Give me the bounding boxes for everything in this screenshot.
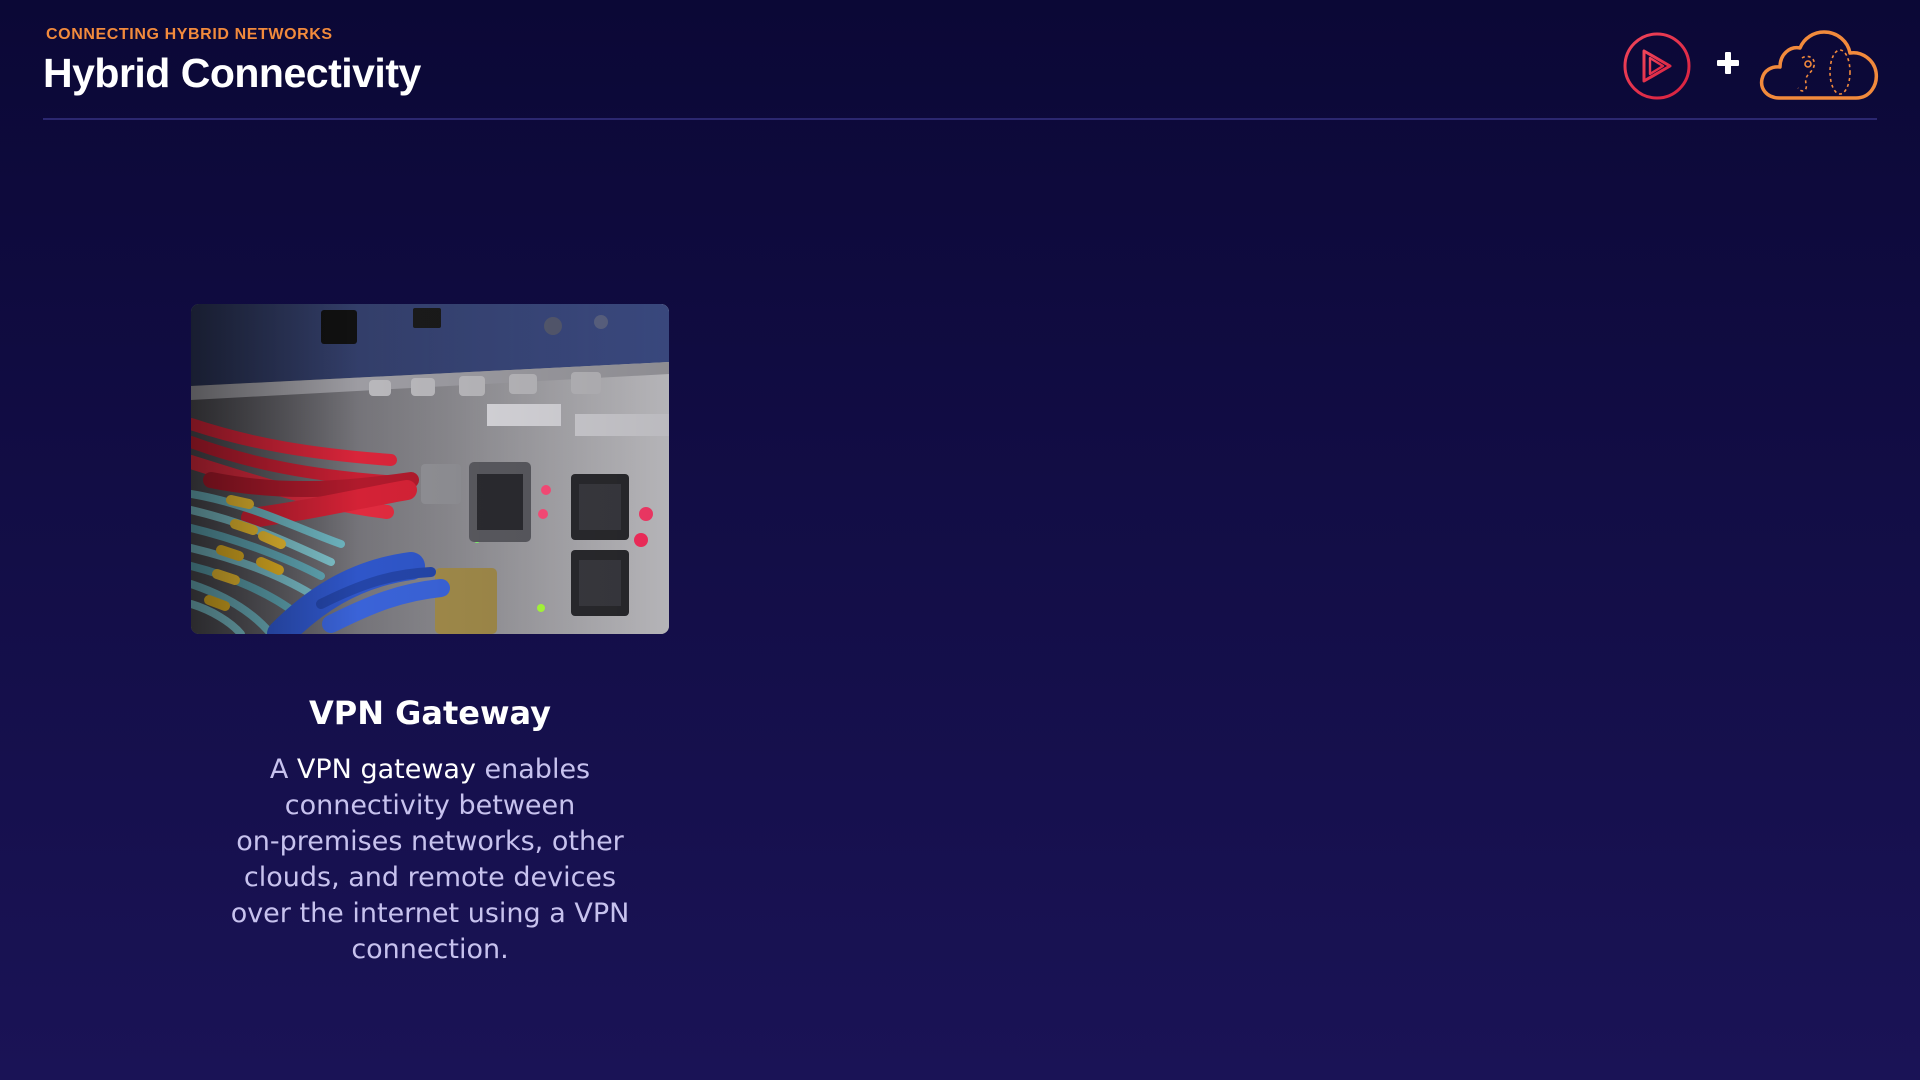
description-line-6: connection. [351,934,509,965]
page-title: Hybrid Connectivity [43,50,421,96]
card-title: VPN Gateway [308,694,552,732]
description-line-2: connectivity between [284,790,576,821]
description-line-3: on-premises networks, other [236,826,624,857]
cloud-logo-icon [1758,28,1880,104]
description-line-1: A VPN gateway enables [191,752,669,788]
network-switch-photo [191,304,669,634]
description-line-1-rest: enables [475,754,591,785]
description-line-4: clouds, and remote devices [243,862,617,893]
description-highlight: VPN gateway [296,754,476,785]
description-line-5: over the internet using a VPN [230,898,630,929]
header-eyebrow: CONNECTING HYBRID NETWORKS [46,26,333,43]
play-logo-icon [1622,31,1692,101]
plus-icon [1715,50,1741,76]
card-description: A VPN gateway enables connectivity betwe… [191,752,669,968]
description-prefix: A [269,754,297,785]
header-divider [43,118,1877,120]
